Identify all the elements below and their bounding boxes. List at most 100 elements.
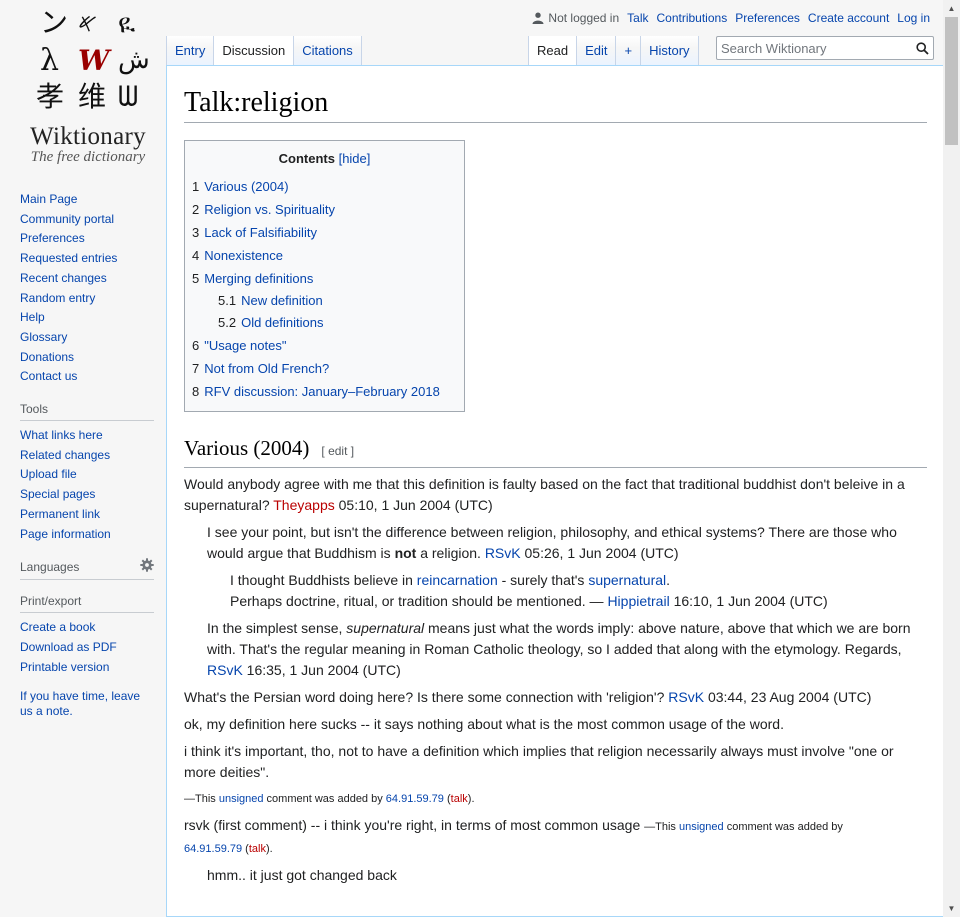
unsigned-note: —This unsigned comment was added by 64.9… <box>184 793 475 805</box>
ip-link[interactable]: 64.91.59.79 <box>184 843 242 855</box>
sidebar-item-community-portal[interactable]: Community portal <box>20 212 114 226</box>
unsigned-link[interactable]: unsigned <box>679 821 724 833</box>
sidebar-item-download-pdf[interactable]: Download as PDF <box>20 640 117 654</box>
wiktionary-logo[interactable]: ン 𐤀 ዪ λ W ش 孝 维 ᗯ Wiktionary The free di… <box>12 4 158 165</box>
search-input[interactable]: Search Wiktionary <box>716 36 934 60</box>
sidebar-item-preferences[interactable]: Preferences <box>20 231 85 245</box>
toc-item[interactable]: 1 Various (2004) <box>192 175 457 198</box>
svg-text:W: W <box>78 44 112 77</box>
languages-heading: Languages <box>20 558 154 581</box>
tab-entry[interactable]: Entry <box>166 36 215 66</box>
scroll-up-arrow-icon[interactable]: ▲ <box>943 0 960 17</box>
search-placeholder: Search Wiktionary <box>721 40 827 56</box>
comment: Perhaps doctrine, ritual, or tradition s… <box>230 593 828 609</box>
print-heading: Print/export <box>20 594 154 614</box>
gear-icon[interactable] <box>140 558 154 575</box>
scroll-thumb[interactable] <box>945 17 958 145</box>
toc-item[interactable]: 3 Lack of Falsifiability <box>192 221 457 244</box>
sidebar-item-permanent-link[interactable]: Permanent link <box>20 507 100 521</box>
view-tabs: Read Edit + History <box>528 36 699 66</box>
svg-text:λ: λ <box>40 43 59 78</box>
sidebar-item-upload-file[interactable]: Upload file <box>20 467 77 481</box>
user-link[interactable]: RSvK <box>668 689 704 705</box>
leave-note-link[interactable]: If you have time, leave us a note. <box>20 689 140 718</box>
reincarnation-link[interactable]: reincarnation <box>417 572 498 588</box>
table-of-contents: Contents [hide] 1 Various (2004) 2 Religio… <box>184 140 465 412</box>
comment: rsvk (first comment) -- i think you're r… <box>184 817 843 855</box>
svg-text:孝: 孝 <box>36 80 64 112</box>
personal-tools: Not logged in Talk Contributions Prefere… <box>532 11 930 25</box>
toc-hide-toggle[interactable]: [hide] <box>339 151 371 166</box>
comment: ok, my definition here sucks -- it says … <box>184 716 784 732</box>
note-portal: If you have time, leave us a note. <box>20 689 154 719</box>
toc-item[interactable]: 6 "Usage notes" <box>192 334 457 357</box>
page-content: Talk:religion Contents [hide] 1 Various (… <box>166 65 944 917</box>
namespace-tabs: Entry Discussion Citations <box>166 36 362 66</box>
user-icon <box>532 12 544 24</box>
sidebar-item-special-pages[interactable]: Special pages <box>20 487 95 501</box>
comment: I see your point, but isn't the differen… <box>207 524 897 561</box>
section-heading: Various (2004)[ edit ] <box>184 434 927 468</box>
user-link[interactable]: RSvK <box>485 545 521 561</box>
sidebar-item-what-links-here[interactable]: What links here <box>20 428 103 442</box>
comment: hmm.. it just got changed back <box>207 867 397 883</box>
sidebar-item-glossary[interactable]: Glossary <box>20 330 67 344</box>
tab-read[interactable]: Read <box>528 36 578 66</box>
toc-item[interactable]: 8 RFV discussion: January–February 2018 <box>192 380 457 403</box>
toc-item[interactable]: 5 Merging definitions <box>192 267 457 290</box>
ip-link[interactable]: 64.91.59.79 <box>386 793 444 805</box>
sidebar-item-page-information[interactable]: Page information <box>20 527 111 541</box>
sidebar-item-printable-version[interactable]: Printable version <box>20 660 109 674</box>
sidebar-item-requested-entries[interactable]: Requested entries <box>20 251 117 265</box>
scroll-down-arrow-icon[interactable]: ▼ <box>943 900 960 917</box>
logo-tagline: The free dictionary <box>30 149 146 165</box>
user-link[interactable]: Hippietrail <box>607 593 669 609</box>
user-link[interactable]: Theyapps <box>273 497 334 513</box>
toc-item[interactable]: 2 Religion vs. Spirituality <box>192 198 457 221</box>
create-account-link[interactable]: Create account <box>808 11 889 25</box>
comment: I thought Buddhists believe in reincarna… <box>230 572 671 588</box>
toc-item[interactable]: 7 Not from Old French? <box>192 357 457 380</box>
sidebar-item-random-entry[interactable]: Random entry <box>20 291 95 305</box>
tab-citations[interactable]: Citations <box>294 36 362 66</box>
tools-heading: Tools <box>20 402 154 422</box>
supernatural-link[interactable]: supernatural <box>588 572 666 588</box>
sidebar-item-related-changes[interactable]: Related changes <box>20 448 110 462</box>
preferences-link[interactable]: Preferences <box>735 11 800 25</box>
log-in-link[interactable]: Log in <box>897 11 930 25</box>
tab-discussion[interactable]: Discussion <box>214 36 295 66</box>
section-edit-link[interactable]: [ edit ] <box>321 444 354 458</box>
sidebar-item-donations[interactable]: Donations <box>20 350 74 364</box>
talk-link[interactable]: Talk <box>627 11 648 25</box>
logo-name: Wiktionary <box>30 123 146 150</box>
not-logged-in: Not logged in <box>532 11 619 25</box>
comment: What's the Persian word doing here? Is t… <box>184 689 872 705</box>
search-icon[interactable] <box>911 41 933 55</box>
page-title: Talk:religion <box>184 86 927 123</box>
sidebar-item-recent-changes[interactable]: Recent changes <box>20 271 107 285</box>
user-link[interactable]: RSvK <box>207 662 243 678</box>
tab-edit[interactable]: Edit <box>577 36 617 66</box>
sidebar-item-help[interactable]: Help <box>20 310 45 324</box>
navigation-portal: Main Page Community portal Preferences R… <box>20 190 154 387</box>
talk-link[interactable]: talk <box>451 793 468 805</box>
contributions-link[interactable]: Contributions <box>656 11 727 25</box>
sidebar: Main Page Community portal Preferences R… <box>0 190 160 719</box>
sidebar-item-contact-us[interactable]: Contact us <box>20 369 77 383</box>
tab-new-section[interactable]: + <box>616 36 642 66</box>
sidebar-item-main-page[interactable]: Main Page <box>20 192 77 206</box>
languages-portal: Languages <box>20 558 154 581</box>
svg-text:𐤀: 𐤀 <box>78 9 97 39</box>
svg-text:ン: ン <box>40 6 68 39</box>
toc-subitem[interactable]: 5.1 New definition <box>192 290 457 312</box>
svg-text:维: 维 <box>78 80 106 112</box>
sidebar-item-create-book[interactable]: Create a book <box>20 620 95 634</box>
tools-portal: Tools What links here Related changes Up… <box>20 402 154 544</box>
svg-text:ش: ش <box>118 45 150 75</box>
toc-subitem[interactable]: 5.2 Old definitions <box>192 312 457 334</box>
vertical-scrollbar[interactable]: ▲ ▼ <box>943 0 960 917</box>
unsigned-link[interactable]: unsigned <box>219 793 264 805</box>
talk-link[interactable]: talk <box>249 843 266 855</box>
tab-history[interactable]: History <box>641 36 699 66</box>
toc-item[interactable]: 4 Nonexistence <box>192 244 457 267</box>
